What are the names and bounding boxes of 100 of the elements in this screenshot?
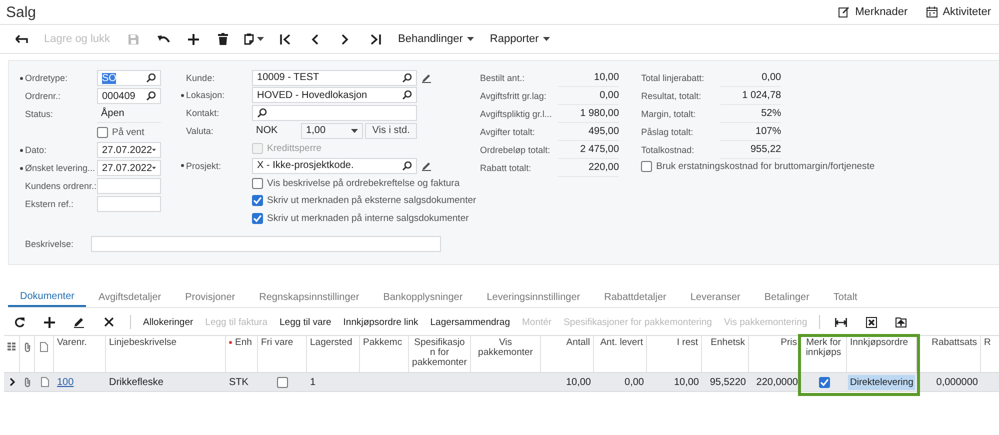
total-label: Avgiftspliktig gr.l... — [480, 109, 553, 119]
checkbox[interactable] — [252, 195, 264, 206]
text-field[interactable] — [97, 196, 161, 212]
field-label: Valuta: — [186, 126, 214, 136]
toolbar-button[interactable]: Allokeringer — [137, 316, 200, 328]
pencil-icon[interactable] — [420, 160, 432, 172]
total-value: 1 980,00 — [558, 106, 620, 122]
tab[interactable]: Provisjoner — [173, 287, 248, 307]
checkbox[interactable] — [277, 376, 288, 388]
toolbar-button[interactable]: Lagersammendrag — [424, 316, 516, 328]
total-value: 10,00 — [558, 70, 620, 86]
search-icon[interactable] — [402, 90, 412, 100]
lookup-field[interactable] — [252, 104, 418, 121]
toolbar-button[interactable]: Innkjøpsordre link — [337, 316, 424, 328]
checkbox-label: Skriv ut merknaden på interne salgsdokumenter — [267, 213, 469, 224]
total-label: Resultat, totalt: — [641, 91, 702, 101]
tab[interactable]: Rabattdetaljer — [592, 287, 678, 307]
column-header[interactable]: Fri vare — [261, 338, 294, 348]
column-header[interactable]: Rabattsats — [932, 338, 977, 348]
lookup-field[interactable]: HOVED - Hovedlokasjon — [252, 87, 418, 104]
undo-icon — [156, 34, 170, 44]
field-label: Dato: — [25, 145, 48, 155]
field-label: Status: — [25, 109, 54, 119]
total-value: 495,00 — [558, 124, 620, 140]
tab[interactable]: Bankopplysninger — [371, 287, 475, 307]
menu-button[interactable]: Behandlinger — [390, 27, 482, 51]
search-icon[interactable] — [257, 108, 268, 118]
menu-button[interactable]: Rapporter — [482, 27, 558, 51]
plus-icon — [188, 34, 199, 44]
checkbox[interactable] — [252, 178, 264, 189]
date-field[interactable]: 27.07.2022 — [97, 142, 161, 158]
field-label: Kunde: — [186, 72, 216, 83]
caret-icon — [152, 166, 156, 170]
table-row[interactable]: 100 Drikkefleske STK 1 10,00 0,00 10,00 95,5220 220,0000 Direktelevering 0,000000 — [4, 373, 999, 392]
tab[interactable]: Leveringsinnstillinger — [474, 287, 592, 307]
column-header[interactable]: Spesifikasjon for pakkemonter — [412, 338, 467, 368]
date-field[interactable]: 27.07.2022 — [97, 160, 161, 176]
lookup-field[interactable]: X - Ikke-prosjektkode. — [252, 158, 418, 174]
view-base-currency-button[interactable]: Vis i std. — [365, 122, 418, 139]
checkbox[interactable] — [252, 213, 264, 224]
plus-icon — [44, 316, 54, 328]
column-header[interactable]: Varenr. — [57, 338, 87, 348]
total-label: Totalkostnad: — [641, 145, 696, 155]
activities-button[interactable]: Aktiviteter — [926, 6, 991, 18]
tab[interactable]: Betalinger — [752, 287, 822, 307]
column-header[interactable]: Pakkemc — [363, 338, 402, 348]
total-value: 2 475,00 — [558, 142, 620, 158]
toolbar-button[interactable]: Legg til vare — [274, 316, 338, 328]
rate-dropdown[interactable]: 1,00 — [301, 122, 364, 139]
lookup-field[interactable]: SO — [97, 70, 161, 86]
tab[interactable]: Totalt — [821, 287, 870, 307]
column-header[interactable]: Linjebeskrivelse — [109, 338, 177, 348]
tab[interactable]: Regnskapsinnstillinger — [247, 287, 372, 307]
checkbox-label: Bruk erstatningskostnad for bruttomargin/fortjeneste — [656, 161, 875, 172]
column-header[interactable]: Enh — [235, 338, 252, 348]
total-label: Rabatt totalt: — [480, 163, 532, 173]
column-header[interactable]: Pris — [780, 338, 797, 348]
checkbox[interactable] — [641, 161, 652, 172]
tab[interactable]: Avgiftsdetaljer — [86, 287, 174, 307]
column-header[interactable]: Enhetsk — [710, 338, 745, 348]
table-cell: Drikkefleske — [109, 376, 164, 388]
chevron-right-icon[interactable] — [10, 378, 14, 386]
pencil-icon — [73, 316, 85, 328]
column-header[interactable]: Innkjøpsordre — [850, 338, 908, 348]
search-icon[interactable] — [146, 91, 156, 101]
total-value: 0,00 — [720, 70, 782, 86]
pencil-icon[interactable] — [420, 72, 432, 84]
column-header[interactable]: Antall — [566, 338, 590, 348]
chevron-left-icon — [311, 34, 320, 44]
table-cell: 0,00 — [624, 376, 644, 388]
column-header[interactable]: I rest — [676, 338, 698, 348]
search-icon[interactable] — [146, 73, 156, 83]
tab[interactable]: Dokumenter — [8, 287, 86, 307]
item-link[interactable]: 100 — [57, 376, 74, 388]
tab[interactable]: Leveranser — [678, 287, 752, 307]
field-label: Kontakt: — [186, 108, 220, 118]
checkbox-label: På vent — [112, 126, 144, 138]
checkbox[interactable] — [818, 376, 830, 388]
search-icon[interactable] — [402, 72, 412, 83]
column-header[interactable]: Lagersted — [310, 338, 352, 348]
document-icon[interactable] — [40, 377, 48, 387]
checkbox-label: Kredittsperre — [267, 142, 322, 154]
column-header[interactable]: R — [984, 338, 991, 348]
search-icon[interactable] — [402, 160, 412, 171]
lookup-field[interactable]: 000409 — [97, 88, 161, 104]
table-cell: 95,5220 — [710, 376, 746, 388]
notes-button[interactable]: Merknader — [838, 6, 908, 18]
description-field[interactable] — [91, 236, 441, 252]
checkbox[interactable] — [97, 126, 108, 138]
column-header[interactable]: Merk for innkjøps — [804, 338, 843, 358]
row-settings-icon[interactable] — [7, 342, 16, 351]
lookup-field[interactable]: 10009 - TEST — [252, 70, 418, 86]
text-field[interactable] — [97, 178, 161, 194]
field-label: Lokasjon: — [186, 90, 226, 100]
column-header[interactable]: Ant. levert — [600, 338, 643, 348]
chevron-right-icon — [341, 34, 350, 44]
refresh-icon — [14, 316, 24, 328]
paperclip-icon[interactable] — [24, 377, 31, 387]
table-cell: Direktelevering — [848, 374, 916, 390]
column-header[interactable]: Vis pakkemonter — [474, 338, 537, 358]
